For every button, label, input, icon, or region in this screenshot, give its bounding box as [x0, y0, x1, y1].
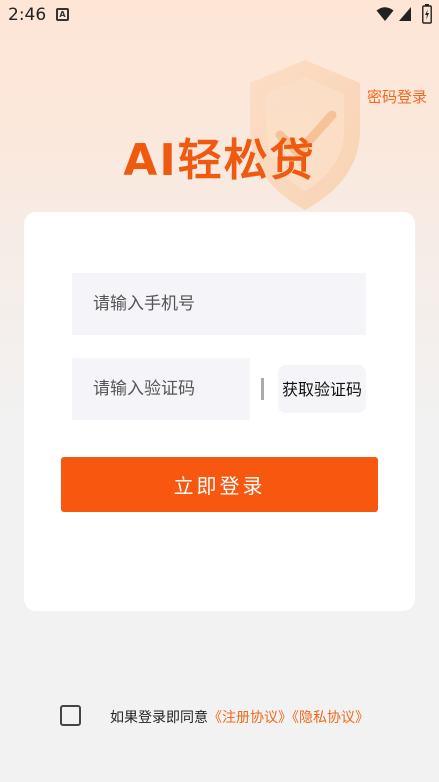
signal-icon: [399, 7, 411, 21]
login-button[interactable]: 立即登录: [61, 457, 378, 512]
input-divider: [261, 378, 264, 400]
phone-input[interactable]: [72, 273, 366, 335]
status-time: 2:46: [8, 5, 47, 25]
agreement-row: 如果登录即同意《注册协议》《隐私协议》: [60, 705, 430, 727]
status-bar: 2:46 A: [0, 0, 439, 30]
login-card: 获取验证码 立即登录: [24, 212, 415, 611]
app-notification-icon: A: [56, 8, 69, 21]
app-title: AI轻松贷: [123, 135, 316, 186]
get-code-button[interactable]: 获取验证码: [278, 365, 366, 413]
privacy-agreement-link[interactable]: 《隐私协议》: [292, 710, 369, 726]
agreement-text: 如果登录即同意《注册协议》《隐私协议》: [110, 707, 369, 727]
agreement-prefix: 如果登录即同意: [110, 710, 208, 726]
verification-code-container: [72, 358, 250, 420]
battery-icon: [422, 4, 432, 24]
password-login-link[interactable]: 密码登录: [367, 86, 427, 107]
agreement-checkbox[interactable]: [60, 705, 81, 726]
phone-input-container: [72, 273, 366, 335]
register-agreement-link[interactable]: 《注册协议》: [208, 710, 292, 726]
wifi-icon: [376, 7, 394, 21]
verification-code-input[interactable]: [72, 358, 250, 420]
